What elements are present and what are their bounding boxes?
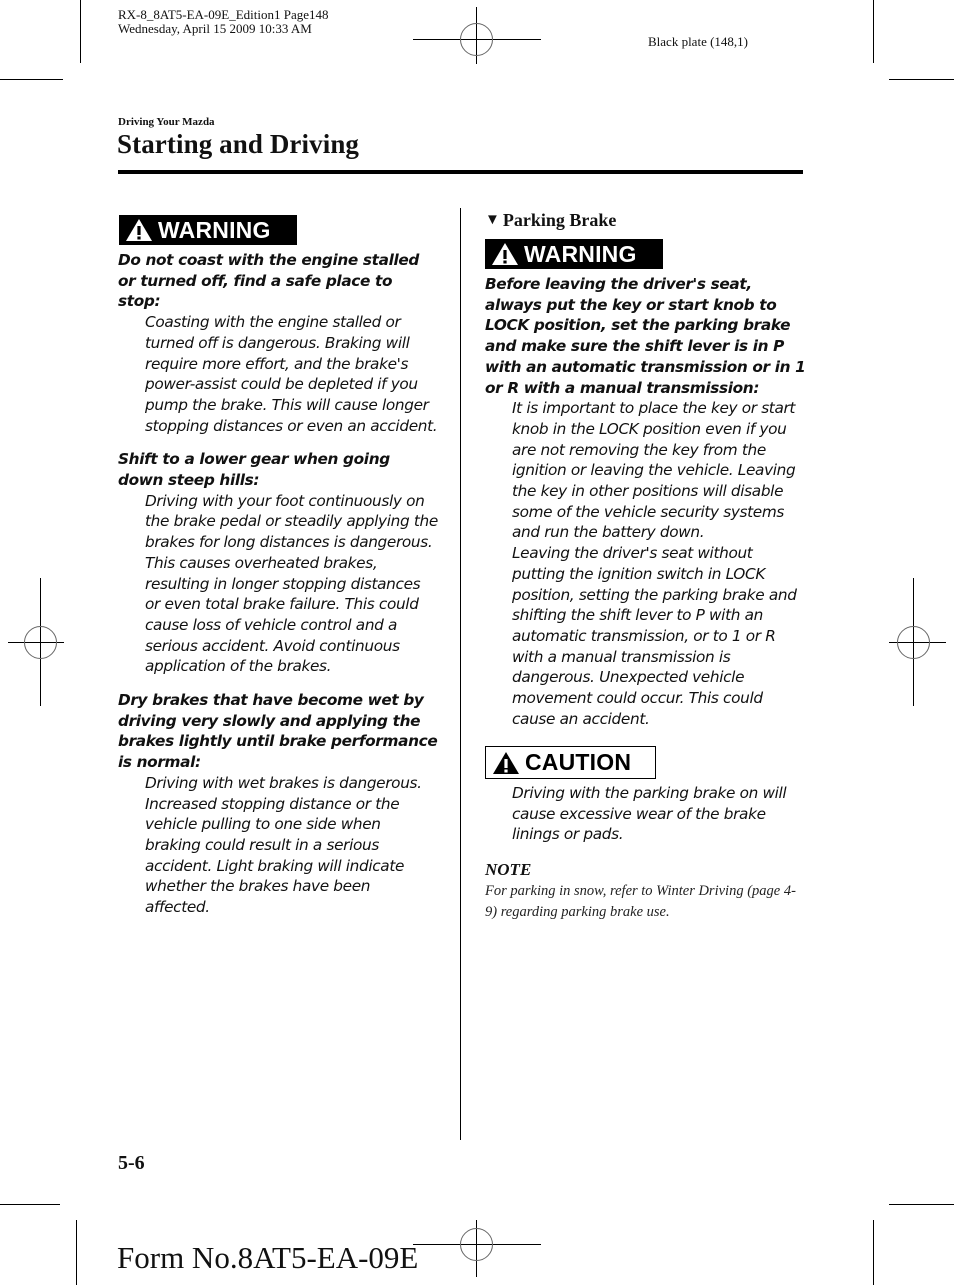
crop-mark-bottom-left-vertical xyxy=(76,1220,77,1285)
title-rule xyxy=(118,170,803,174)
warning-badge-label: WARNING xyxy=(158,216,271,243)
right-column: ▼ Parking Brake WARNING Before leaving t… xyxy=(485,210,807,923)
caution-badge: CAUTION xyxy=(485,746,656,780)
subheading-label: Parking Brake xyxy=(502,210,617,230)
caution-badge-label: CAUTION xyxy=(525,749,632,776)
crop-mark-top-left-horizontal xyxy=(0,79,63,80)
form-number: Form No.8AT5-EA-09E xyxy=(117,1240,419,1275)
left-column: WARNING Do not coast with the engine sta… xyxy=(118,215,438,918)
warning-badge: WARNING xyxy=(119,215,297,245)
warning-triangle-icon xyxy=(492,243,518,265)
warning-badge: WARNING xyxy=(485,239,663,269)
plate-label: Black plate (148,1) xyxy=(648,34,748,49)
down-triangle-icon: ▼ xyxy=(485,212,500,228)
column-divider xyxy=(460,208,461,1140)
warning-lead: Shift to a lower gear when going down st… xyxy=(118,450,390,490)
warning-body: Driving with your foot continuously on t… xyxy=(145,491,438,676)
warning-body: It is important to place the key or star… xyxy=(512,399,796,542)
warning-body: Coasting with the engine stalled or turn… xyxy=(145,313,438,435)
warning-lead: Before leaving the driver's seat, always… xyxy=(485,275,806,397)
print-slug-timestamp: Wednesday, April 15 2009 10:33 AM xyxy=(118,21,312,36)
warning-triangle-icon xyxy=(126,219,152,241)
section-label: Driving Your Mazda xyxy=(118,116,215,128)
page-title: Starting and Driving xyxy=(117,129,360,159)
warning-body: Leaving the driver's seat without puttin… xyxy=(512,544,797,728)
warning-triangle-icon xyxy=(493,751,519,774)
warning-lead: Dry brakes that have become wet by drivi… xyxy=(118,691,438,772)
page-number: 5-6 xyxy=(118,1152,145,1174)
print-slug-job: RX-8_8AT5-EA-09E_Edition1 Page148 xyxy=(118,7,329,22)
crop-mark-bottom-left-horizontal xyxy=(0,1204,60,1205)
note-heading: NOTE xyxy=(485,860,532,880)
print-slug: RX-8_8AT5-EA-09E_Edition1 Page148 Wednes… xyxy=(118,8,329,36)
warning-badge-label: WARNING xyxy=(524,240,637,267)
crop-mark-bottom-right-horizontal xyxy=(889,1204,954,1205)
crop-mark-bottom-right-vertical xyxy=(873,1220,874,1285)
warning-body: Driving with wet brakes is dangerous. In… xyxy=(145,773,422,917)
crop-mark-top-left-vertical xyxy=(80,0,81,63)
crop-mark-top-right-horizontal xyxy=(889,79,954,80)
caution-body: Driving with the parking brake on will c… xyxy=(512,783,787,844)
warning-lead: Do not coast with the engine stalled or … xyxy=(118,251,420,311)
section-subheading: ▼ Parking Brake xyxy=(485,210,807,231)
crop-mark-top-right-vertical xyxy=(873,0,874,63)
note-body: For parking in snow, refer to Winter Dri… xyxy=(485,883,796,921)
